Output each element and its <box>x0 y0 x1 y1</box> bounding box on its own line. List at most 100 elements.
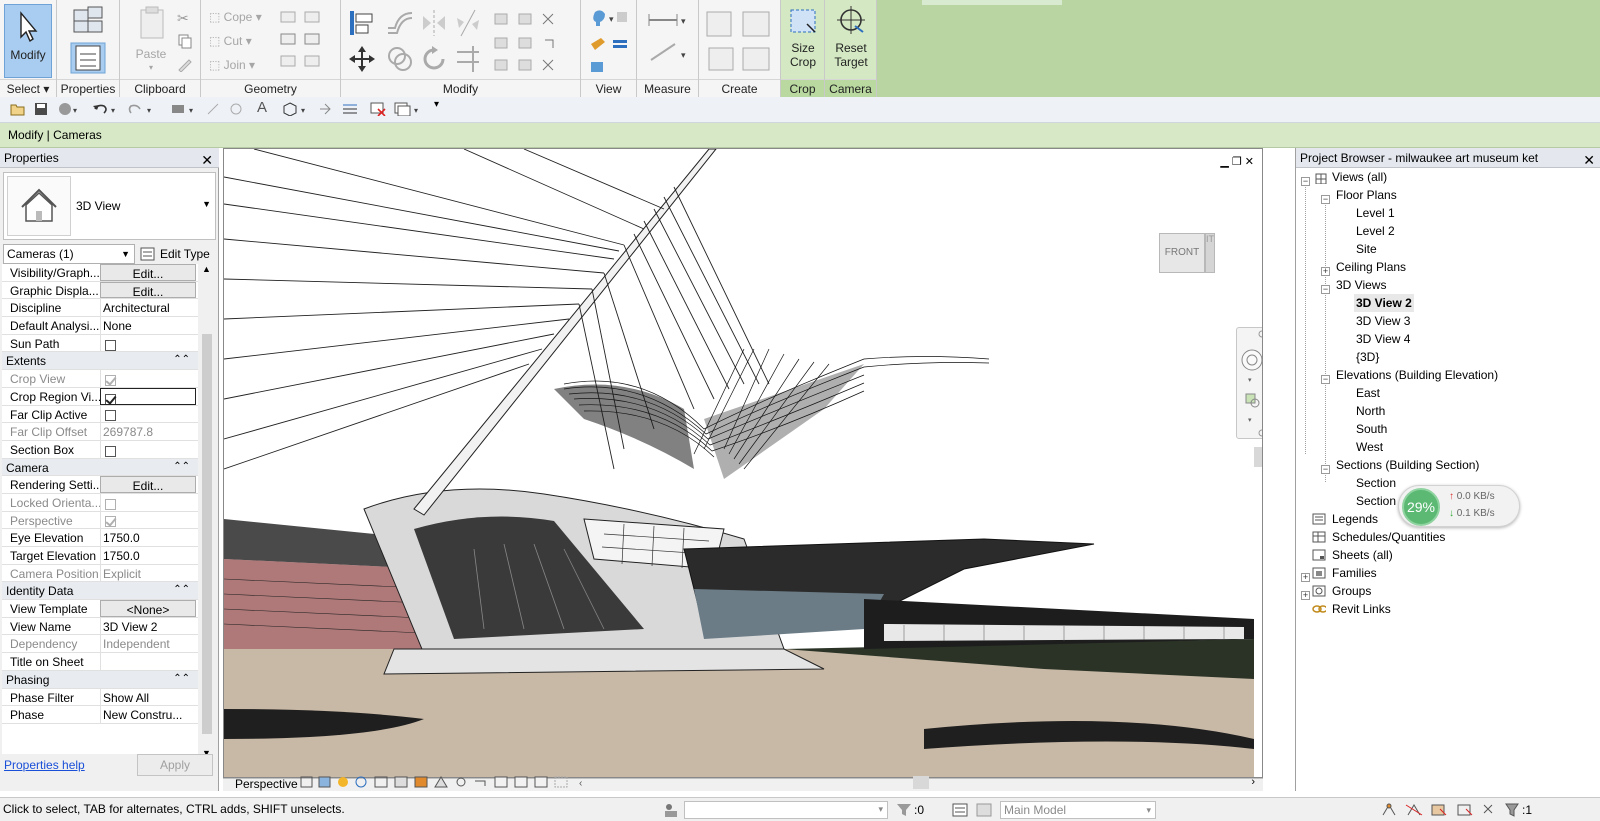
redo-icon[interactable]: ▾ <box>128 102 154 116</box>
apply-button[interactable]: Apply <box>137 754 213 776</box>
group-identity-data[interactable]: Identity Data ⌃⌃ <box>2 582 198 601</box>
size-crop-button[interactable]: Size Crop <box>783 4 823 69</box>
expand-icon[interactable]: + <box>1321 267 1330 276</box>
tree-sections[interactable]: Sections (Building Section) <box>1336 456 1479 474</box>
cope-button[interactable]: ⬚ Cope ▾ <box>209 10 262 24</box>
group-camera[interactable]: Camera ⌃⌃ <box>2 458 198 477</box>
tree-legends[interactable]: Legends <box>1332 510 1378 528</box>
phase-value[interactable]: New Constru... <box>100 706 196 723</box>
tree-west[interactable]: West <box>1356 438 1383 456</box>
align-icon[interactable] <box>347 8 377 38</box>
tree-ceiling-plans[interactable]: Ceiling Plans <box>1336 258 1406 276</box>
close-icon[interactable]: ✕ <box>1245 156 1254 168</box>
instance-filter-dropdown[interactable]: Cameras (1) ▼ <box>3 244 135 264</box>
editable-only-filter-icon[interactable] <box>896 802 912 818</box>
viewcube[interactable]: FRONT IT <box>1159 229 1215 274</box>
tree-3d-view-4[interactable]: 3D View 4 <box>1356 330 1410 348</box>
tree-3d-view-3[interactable]: 3D View 3 <box>1356 312 1410 330</box>
move-icon[interactable] <box>347 44 377 74</box>
hide-in-view-icon[interactable]: ▾ <box>587 8 631 74</box>
tree-floor-plans[interactable]: Floor Plans <box>1336 186 1397 204</box>
mirror-pick-axis-icon[interactable] <box>419 8 449 38</box>
view-control-icons[interactable]: ‹ <box>299 775 599 791</box>
open-icon[interactable] <box>10 102 26 116</box>
mirror-draw-axis-icon[interactable] <box>453 8 483 38</box>
section-box-checkbox[interactable] <box>105 445 116 457</box>
tree-revit-links[interactable]: Revit Links <box>1332 600 1391 618</box>
design-options-icon[interactable] <box>952 802 968 818</box>
tree-site[interactable]: Site <box>1356 240 1377 258</box>
tree-level-2[interactable]: Level 2 <box>1356 222 1395 240</box>
viewcube-front-face[interactable]: FRONT <box>1159 233 1205 273</box>
collapse-icon[interactable]: − <box>1321 285 1330 294</box>
rendering-settings-edit-button[interactable]: Edit... <box>100 476 196 493</box>
tree-section-1[interactable]: Section <box>1356 474 1396 492</box>
project-browser-close-icon[interactable]: ✕ <box>1583 150 1595 170</box>
tree-views-all[interactable]: Views (all) <box>1332 168 1387 186</box>
view-name-value[interactable]: 3D View 2 <box>100 617 196 635</box>
sync-icon[interactable]: ▾ <box>58 102 78 116</box>
rotate-icon[interactable] <box>419 44 449 74</box>
scroll-right-icon[interactable]: › <box>1251 776 1255 788</box>
customize-qat-icon[interactable]: ▾ <box>434 99 439 110</box>
undo-icon[interactable]: ▾ <box>92 102 118 116</box>
join-button[interactable]: ⬚ Join ▾ <box>209 58 255 72</box>
tree-north[interactable]: North <box>1356 402 1385 420</box>
cut-geometry-button[interactable]: ⬚ Cut ▾ <box>209 34 252 48</box>
type-selector[interactable]: 3D View ▼ <box>3 172 216 240</box>
collapse-icon[interactable]: − <box>1301 177 1310 186</box>
reset-target-button[interactable]: Reset Target <box>827 4 875 69</box>
edit-type-button[interactable]: Edit Type <box>140 244 210 264</box>
3d-view-icon[interactable]: ▾ <box>283 102 309 116</box>
tree-3d-default[interactable]: {3D} <box>1356 348 1379 366</box>
horizontal-scrollbar-thumb[interactable] <box>913 776 929 789</box>
switch-windows-icon[interactable]: ▾ <box>394 102 422 116</box>
copy-icon[interactable] <box>177 33 193 49</box>
modify-button[interactable]: Modify <box>4 4 52 78</box>
paste-button[interactable]: Paste ▾ <box>130 4 172 75</box>
tree-sheets[interactable]: Sheets (all) <box>1332 546 1393 564</box>
3d-view-canvas[interactable]: ▁ ❐ ✕ FRONT IT ▾ ▾ <box>223 148 1263 778</box>
sun-path-checkbox[interactable] <box>105 339 116 351</box>
type-properties-icon[interactable] <box>70 6 106 36</box>
select-dropdown[interactable]: Select ▾ <box>0 79 56 97</box>
viewcube-side-face[interactable]: IT <box>1205 233 1215 273</box>
workset-dropdown[interactable]: ▾ <box>684 801 888 819</box>
measure-tools-icon[interactable] <box>206 102 254 116</box>
cut-scissors-icon[interactable]: ✂ <box>177 10 189 27</box>
eye-elevation-value[interactable]: 1750.0 <box>100 529 196 546</box>
properties-scrollbar[interactable]: ▲ ▼ <box>200 264 214 758</box>
expand-icon[interactable]: + <box>1301 591 1310 600</box>
tree-south[interactable]: South <box>1356 420 1387 438</box>
modify-small-tools-icon[interactable] <box>491 10 571 74</box>
measure-icon[interactable]: ▾ ▾ <box>647 10 691 70</box>
ribbon-active-tab[interactable] <box>922 0 1062 5</box>
collapse-icon[interactable]: − <box>1321 465 1330 474</box>
group-phasing[interactable]: Phasing ⌃⌃ <box>2 670 198 689</box>
title-on-sheet-value[interactable] <box>100 653 196 670</box>
main-model-dropdown[interactable]: Main Model ▾ <box>1000 801 1156 819</box>
restore-icon[interactable]: ❐ <box>1232 156 1242 168</box>
wall-joins-icon[interactable] <box>279 10 329 70</box>
default-analysis-value[interactable]: None <box>100 317 196 334</box>
graphic-display-edit-button[interactable]: Edit... <box>100 281 196 299</box>
properties-help-link[interactable]: Properties help <box>4 758 85 772</box>
create-parts-icon[interactable] <box>705 8 775 74</box>
match-properties-icon[interactable] <box>177 56 193 72</box>
target-elevation-value[interactable]: 1750.0 <box>100 547 196 564</box>
tree-families[interactable]: Families <box>1332 564 1377 582</box>
tree-groups[interactable]: Groups <box>1332 582 1371 600</box>
crop-region-visible-checkbox[interactable] <box>105 393 116 404</box>
far-clip-active-checkbox[interactable] <box>105 410 116 422</box>
text-icon[interactable]: A <box>257 99 267 116</box>
design-options-secondary-icon[interactable] <box>976 802 992 818</box>
trim-extend-icon[interactable] <box>453 44 483 74</box>
visibility-edit-button[interactable]: Edit... <box>100 264 196 281</box>
tree-3d-view-2[interactable]: 3D View 2 <box>1354 294 1414 312</box>
selection-options-icons[interactable] <box>1380 801 1540 819</box>
close-hidden-windows-icon[interactable] <box>370 102 386 116</box>
properties-icon[interactable] <box>70 42 106 74</box>
thin-lines-icon[interactable] <box>342 102 358 116</box>
tree-elevations[interactable]: Elevations (Building Elevation) <box>1336 366 1498 384</box>
expand-icon[interactable]: + <box>1301 573 1310 582</box>
